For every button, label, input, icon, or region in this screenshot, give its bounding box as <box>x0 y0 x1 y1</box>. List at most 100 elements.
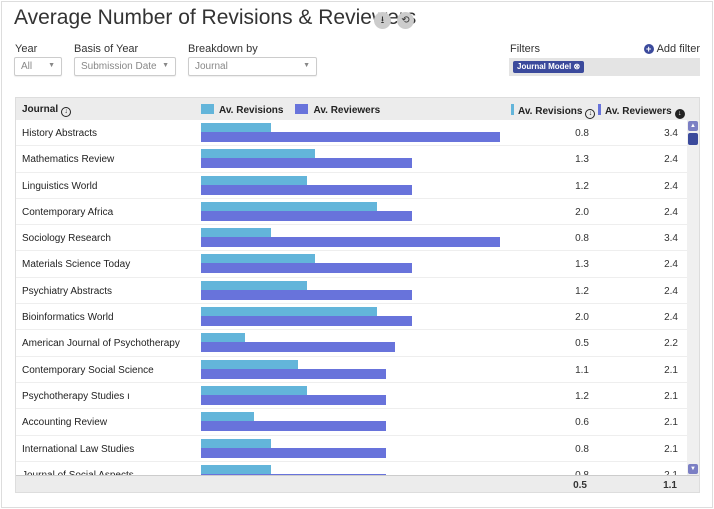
reviewers-value: 2.4 <box>664 154 678 166</box>
journal-name: Contemporary Social Science <box>22 364 154 376</box>
revisions-value: 1.2 <box>575 285 589 297</box>
scrollbar[interactable]: ▲ ▼ <box>687 120 699 475</box>
table-row[interactable]: Sociology Research 0.8 3.4 <box>16 225 687 252</box>
revisions-value: 1.1 <box>575 364 589 376</box>
reviewers-marker <box>598 104 601 115</box>
legend-swatch-revisions <box>201 104 214 114</box>
table-row[interactable]: History Abstracts 0.8 3.4 <box>16 120 687 147</box>
journal-name: Sociology Research <box>22 233 111 245</box>
reviewers-bar <box>201 394 386 405</box>
sort-icon[interactable]: ↓ <box>61 107 72 117</box>
basis-select[interactable]: Submission Date ▼ <box>74 57 176 76</box>
total-reviewers: 1.1 <box>663 480 677 491</box>
reviewers-header-label: Av. Reviewers <box>605 106 672 117</box>
table-row[interactable]: Contemporary Africa 2.0 2.4 <box>16 199 687 226</box>
reviewers-value: 2.4 <box>664 312 678 324</box>
revisions-value: 1.3 <box>575 154 589 166</box>
filters-area: Journal Model ⊗ <box>509 58 700 76</box>
table-row[interactable]: International Law Studies 0.8 2.1 <box>16 436 687 462</box>
revisions-value: 0.8 <box>575 443 589 455</box>
reviewers-value: 2.4 <box>664 259 678 271</box>
journal-name: Contemporary Africa <box>22 206 114 218</box>
reviewers-bar <box>201 421 386 432</box>
table-row[interactable]: Linguistics World 1.2 2.4 <box>16 173 687 199</box>
journal-name: Mathematics Review <box>22 154 115 166</box>
reviewers-value: 2.2 <box>664 338 678 350</box>
reviewers-bar <box>201 368 386 379</box>
chevron-down-icon: ▼ <box>48 62 55 69</box>
filter-chip[interactable]: Journal Model ⊗ <box>513 61 585 73</box>
journal-name: Accounting Review <box>22 417 108 429</box>
reviewers-bar <box>201 263 413 274</box>
scroll-down-icon[interactable]: ▼ <box>688 464 698 474</box>
breakdown-label: Breakdown by <box>188 43 258 55</box>
table-row[interactable]: Psychiatry Abstracts 1.2 2.4 <box>16 278 687 305</box>
history-icon[interactable]: ⟲ <box>397 12 414 29</box>
reviewers-value: 2.1 <box>664 364 678 376</box>
reviewers-bar <box>201 316 413 327</box>
total-revisions: 0.5 <box>573 480 587 491</box>
revisions-value: 1.2 <box>575 180 589 192</box>
reviewers-value: 2.1 <box>664 417 678 429</box>
download-icon[interactable]: ⭳ <box>374 12 391 29</box>
table-row[interactable]: Contemporary Social Science 1.1 2.1 <box>16 357 687 383</box>
journal-name: Psychiatry Abstracts <box>22 285 113 297</box>
sort-desc-icon[interactable]: ↓ <box>674 109 685 119</box>
legend-swatch-reviewers <box>295 104 309 114</box>
journal-column-header[interactable]: Journal ↓ <box>22 104 72 117</box>
table-row[interactable]: Materials Science Today 1.3 2.4 <box>16 251 687 278</box>
revisions-value: 1.2 <box>575 390 589 402</box>
reviewers-bar <box>201 342 395 353</box>
add-filter-label: Add filter <box>656 43 700 55</box>
reviewers-value: 2.4 <box>664 180 678 192</box>
reviewers-bar <box>201 158 413 169</box>
close-circle-icon[interactable]: ⊗ <box>573 62 580 71</box>
revisions-header-label: Av. Revisions <box>518 106 583 117</box>
revisions-value: 0.8 <box>575 233 589 245</box>
revisions-column-header[interactable]: Av. Revisions ↓ <box>511 104 596 119</box>
revisions-value: 0.5 <box>575 338 589 350</box>
chevron-down-icon: ▼ <box>162 62 169 69</box>
reviewers-bar <box>201 237 501 248</box>
legend-reviewers: Av. Reviewers <box>313 105 381 116</box>
table-row[interactable]: Psychotherapy Studies ı 1.2 2.1 <box>16 383 687 410</box>
page-title: Average Number of Revisions & Reviewers <box>14 6 417 29</box>
journal-name: Bioinformatics World <box>22 312 114 324</box>
reviewers-value: 3.4 <box>664 233 678 245</box>
table-row[interactable]: Accounting Review 0.6 2.1 <box>16 409 687 436</box>
reviewers-bar <box>201 289 413 300</box>
reviewers-bar <box>201 184 413 195</box>
journal-header-label: Journal <box>22 104 59 115</box>
add-filter-button[interactable]: + Add filter <box>643 43 700 55</box>
table-footer: 0.5 1.1 <box>16 475 699 492</box>
reviewers-bar <box>201 210 413 221</box>
revisions-value: 1.3 <box>575 259 589 271</box>
breakdown-select[interactable]: Journal ▼ <box>188 57 317 76</box>
legend: Av. Revisions Av. Reviewers <box>201 104 380 116</box>
journal-name: Linguistics World <box>22 180 98 192</box>
basis-value: Submission Date <box>81 61 157 72</box>
table-row[interactable]: American Journal of Psychotherapy 0.5 2.… <box>16 330 687 357</box>
table-header: Journal ↓ Av. Revisions Av. Reviewers Av. … <box>16 98 699 120</box>
data-table: Journal ↓ Av. Revisions Av. Reviewers Av. … <box>15 97 700 493</box>
reviewers-value: 3.4 <box>664 128 678 139</box>
reviewers-value: 2.1 <box>664 390 678 402</box>
sort-icon[interactable]: ↓ <box>585 109 596 119</box>
table-row[interactable]: Mathematics Review 1.3 2.4 <box>16 146 687 173</box>
reviewers-column-header[interactable]: Av. Reviewers ↓ <box>598 104 685 119</box>
reviewers-value: 2.1 <box>664 443 678 455</box>
revisions-value: 2.0 <box>575 206 589 218</box>
scrollbar-thumb[interactable] <box>688 133 698 145</box>
revisions-value: 2.0 <box>575 312 589 324</box>
chevron-down-icon: ▼ <box>303 62 310 69</box>
breakdown-value: Journal <box>195 61 228 72</box>
table-row[interactable]: Bioinformatics World 2.0 2.4 <box>16 304 687 331</box>
plus-circle-icon: + <box>643 44 654 54</box>
filters-label: Filters <box>510 43 540 55</box>
reviewers-value: 2.4 <box>664 285 678 297</box>
scroll-up-icon[interactable]: ▲ <box>688 121 698 131</box>
table-row[interactable]: Journal of Social Aspects 0.8 2.1 <box>16 462 687 475</box>
journal-name: Psychotherapy Studies ı <box>22 390 130 402</box>
journal-name: Materials Science Today <box>22 259 131 271</box>
year-select[interactable]: All ▼ <box>14 57 62 76</box>
